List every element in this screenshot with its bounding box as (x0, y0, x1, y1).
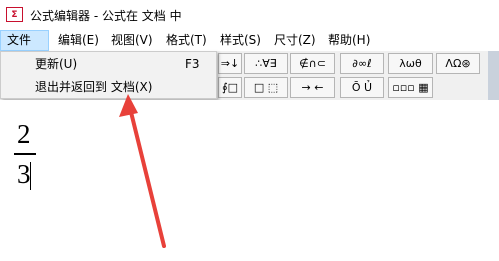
arrow-shaft (128, 106, 166, 248)
annotation-arrow (119, 94, 166, 248)
arrow-head (119, 94, 138, 117)
